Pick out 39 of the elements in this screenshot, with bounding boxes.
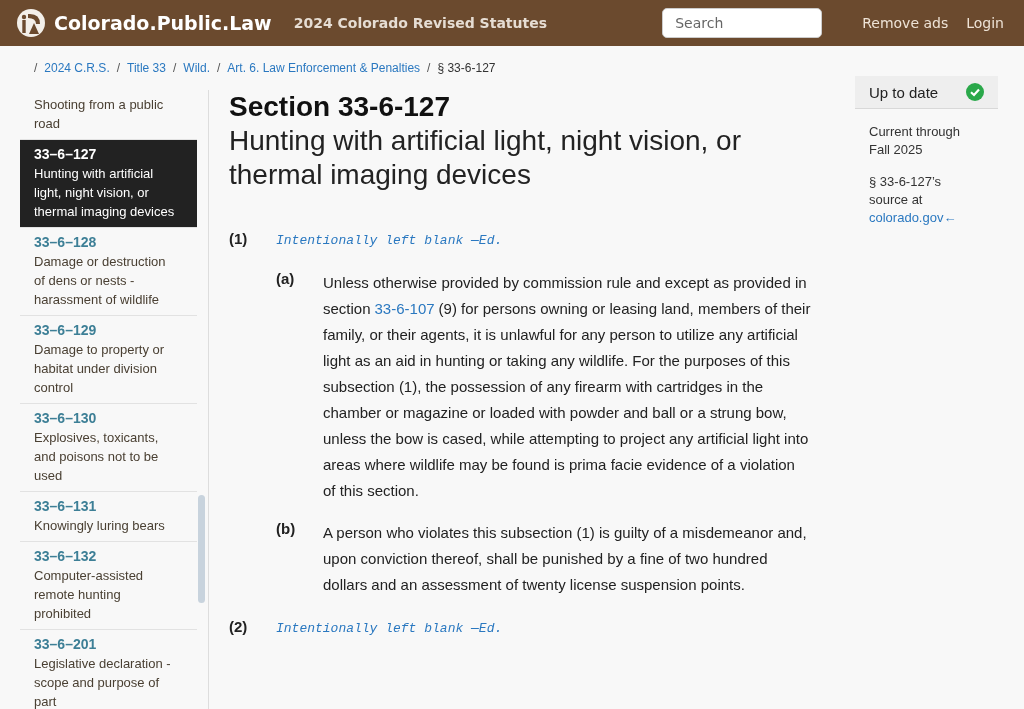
- paragraph-label: (a): [276, 270, 296, 289]
- sidebar-item[interactable]: 33–6–129 Damage to property or habitat under division control: [20, 316, 197, 404]
- search-field[interactable]: Search: [662, 8, 823, 38]
- breadcrumb-separator: /: [172, 61, 177, 75]
- site-subtitle[interactable]: 2024 Colorado Revised Statutes: [293, 15, 547, 31]
- breadcrumb-separator: /: [116, 61, 121, 75]
- logo-icon[interactable]: [16, 8, 46, 38]
- subsection-label: (1): [229, 230, 249, 247]
- source-text: § 33-6-127’s source at colorado.gov←: [869, 173, 958, 227]
- paragraph-text: Unless otherwise provided by commission rule and except as provided in section 33-6-107 (9) for persons owning or leasing land, members of their family, or their agents, it is unlawful for any person to utilize any artificial light as an aid in hunting or taking any wildlife. For the purposes of this subsection (1), the possession of any firearm with cartridges in the chamber or magazine or loaded with powder and ball or a strung bow, unless the bow is cased, while attempting to project any artificial light into areas where wildlife may be found is prima facie evidence of a violation of this section.: [323, 273, 811, 501]
- breadcrumb-separator: /: [427, 61, 431, 75]
- site-name[interactable]: Colorado.Public.Law: [54, 12, 272, 34]
- header-link[interactable]: Remove ads: [862, 15, 949, 31]
- breadcrumb-separator: /: [217, 61, 221, 75]
- currency-text: Current through Fall 2025: [869, 123, 962, 159]
- section-title: Hunting with artificial light, night vision, or thermal imaging devices: [229, 124, 742, 192]
- breadcrumb-current: § 33-6-127: [437, 61, 496, 75]
- paragraph-label: (b): [276, 520, 297, 539]
- editor-note: Intentionally left blank —Ed.: [276, 233, 503, 248]
- editor-note: Intentionally left blank —Ed.: [276, 621, 503, 636]
- breadcrumb-link[interactable]: 2024 C.R.S.: [44, 61, 110, 75]
- sidebar-item[interactable]: 33–6–130 Explosives, toxicants, and poisons not to be used: [20, 404, 197, 492]
- breadcrumb-link[interactable]: Title 33: [127, 61, 166, 75]
- header-link[interactable]: Login: [966, 15, 1004, 31]
- subsection-label: (2): [229, 618, 249, 635]
- scrollbar-thumb[interactable]: [198, 495, 205, 603]
- source-link[interactable]: colorado.gov←: [869, 210, 957, 225]
- sidebar-item[interactable]: 33–6–128 Damage or destruction of dens or nests - harassment of wildlife: [20, 228, 197, 316]
- sidebar-item[interactable]: 33–6–132 Computer-assisted remote hunting prohibited: [20, 542, 197, 630]
- sidebar-item[interactable]: 33–6–127 Hunting with artificial light, night vision, or thermal imaging devices: [20, 140, 197, 228]
- section-link[interactable]: 33-6-107: [374, 300, 435, 317]
- section-heading: Section 33-6-127: [229, 90, 451, 124]
- paragraph-text: A person who violates this subsection (1) is guilty of a misdemeanor and, upon conviction thereof, shall be punished by a fine of two hundred dollars and an assessment of twenty license suspension points.: [323, 523, 808, 595]
- sidebar-item[interactable]: 33–6–201 Legislative declaration - scope and purpose of part: [20, 630, 197, 709]
- breadcrumb-separator: /: [34, 61, 38, 75]
- breadcrumb-link[interactable]: Art. 6. Law Enforcement & Penalties: [227, 61, 421, 75]
- sidebar-item[interactable]: 33–6–131 Knowingly luring bears: [20, 492, 197, 542]
- status-label: Up to date: [869, 83, 939, 101]
- breadcrumb-link[interactable]: Wild.: [183, 61, 210, 75]
